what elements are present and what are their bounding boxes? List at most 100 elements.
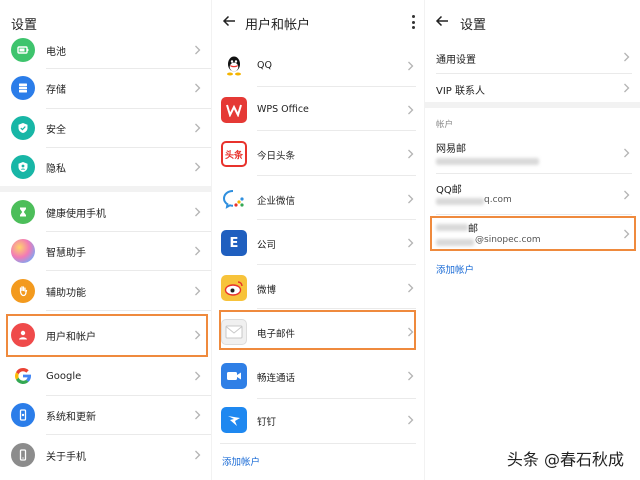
more-options-icon[interactable] [411,15,415,29]
add-account-link[interactable]: 添加帐户 [222,454,260,468]
shield-icon [11,116,35,140]
chevron-right-icon [194,410,201,420]
account-item-label: WPS Office [257,104,309,115]
settings-item-label: 健康使用手机 [46,208,106,220]
add-account-link[interactable]: 添加帐户 [436,262,474,276]
chevron-right-icon [194,83,201,93]
settings-item-label: Google [46,370,82,382]
settings-panel: 设置 电池 存储 安全 隐私 健康使用手机 智慧助手 辅助功能 用户和帐户 Go… [0,0,211,480]
account-item-qq[interactable]: QQ [212,52,424,80]
account-item-label: 今日头条 [257,151,296,162]
settings-item-digital-balance[interactable]: 健康使用手机 [0,200,211,224]
assistant-icon [11,239,35,263]
vip-contacts-label: VIP 联系人 [436,86,485,97]
divider [436,73,632,74]
hourglass-icon [11,200,35,224]
settings-item-accessibility[interactable]: 辅助功能 [0,279,211,303]
settings-item-label: 智慧助手 [46,247,86,259]
account-item-netease[interactable]: 网易邮 [425,136,640,170]
settings-item-label: 关于手机 [46,451,86,463]
chevron-right-icon [623,148,630,158]
account-item-toutiao[interactable]: 头条 今日头条 [212,140,424,168]
account-item-exchange[interactable]: E 公司 [212,229,424,257]
chevron-right-icon [194,45,201,55]
toutiao-logo-text: 头条 [224,150,243,161]
chevron-right-icon [407,238,414,248]
account-item-qqmail[interactable]: QQ邮 q.com [425,178,640,212]
back-arrow-icon[interactable] [435,14,449,28]
users-accounts-panel: 用户和帐户 QQ WPS Office 头条 今日头条 企业微信 E 公司 微博… [212,0,424,480]
wework-icon [221,186,247,212]
settings-item-label: 系统和更新 [46,411,96,423]
wps-icon [221,97,247,123]
highlight-box [430,216,636,251]
settings-item-label: 安全 [46,124,66,136]
toutiao-icon: 头条 [221,141,247,167]
settings-item-about-phone[interactable]: 关于手机 [0,443,211,467]
account-name: 网易邮 [436,144,466,155]
chevron-right-icon [407,194,414,204]
divider [46,231,211,232]
redacted-email [436,158,539,165]
phone-icon [11,403,35,427]
settings-item-label: 电池 [46,46,66,58]
chevron-right-icon [194,246,201,256]
privacy-icon [11,155,35,179]
video-call-icon [221,363,247,389]
divider [46,434,211,435]
divider [257,308,416,309]
account-item-label: QQ [257,60,272,71]
highlight-box [6,314,208,357]
account-item-dingtalk[interactable]: 钉钉 [212,406,424,434]
settings-item-storage[interactable]: 存储 [0,76,211,100]
accounts-section-header: 帐户 [436,120,454,130]
page-title: 用户和帐户 [245,18,311,33]
divider [257,130,416,131]
back-arrow-icon[interactable] [222,14,236,28]
account-item-label: 微博 [257,285,277,296]
settings-item-label: 辅助功能 [46,287,86,299]
settings-item-privacy[interactable]: 隐私 [0,155,211,179]
redacted-email [436,198,484,205]
general-settings-label: 通用设置 [436,55,476,66]
account-item-label: 公司 [257,240,277,251]
account-item-weibo[interactable]: 微博 [212,274,424,302]
divider [220,443,416,444]
account-address: q.com [484,195,512,205]
chevron-right-icon [194,286,201,296]
hand-icon [11,279,35,303]
weibo-icon [221,275,247,301]
divider [257,264,416,265]
account-item-wps[interactable]: WPS Office [212,96,424,124]
page-title: 设置 [460,18,487,33]
qq-icon [221,53,247,79]
chevron-right-icon [623,190,630,200]
section-separator [0,186,211,192]
divider [46,108,211,109]
highlight-box [219,310,416,350]
divider [436,214,632,215]
chevron-right-icon [194,162,201,172]
account-item-label: 畅连通话 [257,373,296,384]
account-item-label: 企业微信 [257,196,296,207]
divider [257,86,416,87]
settings-item-security[interactable]: 安全 [0,116,211,140]
divider [257,398,416,399]
settings-item-system-update[interactable]: 系统和更新 [0,403,211,427]
divider [46,395,211,396]
phone-info-icon [11,443,35,467]
account-item-wework[interactable]: 企业微信 [212,185,424,213]
chevron-right-icon [194,371,201,381]
general-settings-item[interactable]: 通用设置 [425,46,640,68]
settings-item-battery[interactable]: 电池 [0,38,211,62]
vip-contacts-item[interactable]: VIP 联系人 [425,77,640,99]
chevron-right-icon [407,105,414,115]
account-item-video-call[interactable]: 畅连通话 [212,362,424,390]
settings-item-assistant[interactable]: 智慧助手 [0,239,211,263]
google-icon [11,364,35,388]
chevron-right-icon [194,123,201,133]
storage-icon [11,76,35,100]
settings-item-label: 隐私 [46,163,66,175]
settings-item-google[interactable]: Google [0,364,211,388]
chevron-right-icon [623,83,630,93]
